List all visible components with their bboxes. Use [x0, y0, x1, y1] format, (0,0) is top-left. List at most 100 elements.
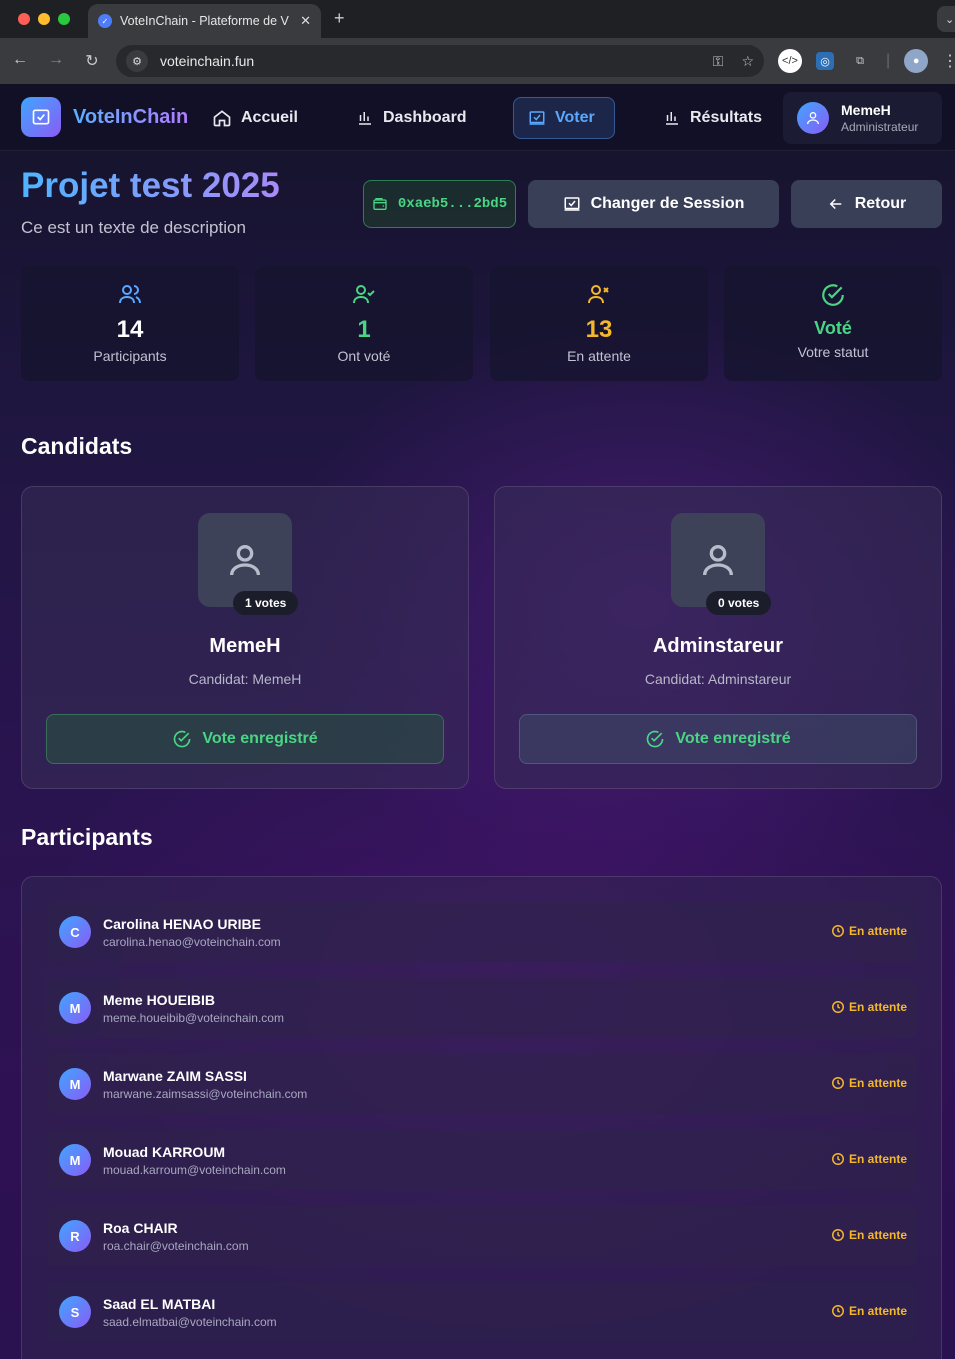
nav-link-label: Dashboard: [383, 109, 467, 126]
nav-link-label: Accueil: [241, 109, 298, 126]
candidate-subtitle: Candidat: Adminstareur: [644, 671, 792, 687]
candidate-name: Adminstareur: [652, 635, 784, 657]
status-label: En attente: [848, 1000, 907, 1014]
candidate-card: 0 votes Adminstareur Candidat: Adminstar…: [494, 486, 942, 789]
url-text: voteinchain.fun: [160, 53, 255, 69]
stat-card-participants: 14 Participants: [21, 266, 239, 381]
profile-avatar[interactable]: ●: [904, 49, 929, 73]
participant-name: Roa CHAIR: [103, 1220, 178, 1236]
minimize-window-button[interactable]: [38, 13, 50, 25]
user-check-icon: [353, 285, 375, 304]
clock-icon: [832, 925, 844, 937]
clock-icon: [832, 1305, 844, 1317]
back-label: Retour: [854, 195, 907, 212]
reload-icon[interactable]: ↻: [74, 51, 110, 71]
user-menu[interactable]: MemeH Administrateur: [783, 92, 942, 144]
participant-email: saad.elmatbai@voteinchain.com: [103, 1315, 277, 1329]
candidate-name: MemeH: [209, 635, 281, 657]
user-icon: [703, 545, 733, 576]
back-arrow-icon[interactable]: ←: [2, 51, 38, 71]
participant-name: Carolina HENAO URIBE: [103, 916, 261, 932]
maximize-window-button[interactable]: [58, 13, 70, 25]
bar-chart-icon: [666, 112, 678, 125]
participant-email: marwane.zaimsassi@voteinchain.com: [103, 1087, 308, 1101]
close-tab-icon[interactable]: ✕: [300, 13, 311, 29]
participant-row: C Carolina HENAO URIBE carolina.henao@vo…: [47, 902, 917, 962]
page-title: Projet test 2025: [21, 166, 280, 205]
extension-blue-icon[interactable]: ◎: [816, 52, 834, 70]
stat-value: Voté: [814, 318, 852, 338]
toolbar-divider: |: [886, 52, 891, 69]
nav-link-dashboard[interactable]: Dashboard: [342, 97, 481, 139]
logo-icon[interactable]: [21, 97, 61, 137]
candidate-card: 1 votes MemeH Candidat: MemeH Vote enreg…: [21, 486, 469, 789]
status-label: En attente: [848, 924, 907, 938]
change-session-button[interactable]: Changer de Session: [528, 180, 779, 228]
status-badge: En attente: [831, 1228, 907, 1242]
avatar: M: [59, 992, 91, 1024]
browser-menu-icon[interactable]: ⋮: [942, 51, 955, 71]
address-bar[interactable]: ⚙ voteinchain.fun ⚿ ☆: [116, 45, 764, 77]
nav-link-accueil[interactable]: Accueil: [198, 97, 312, 139]
status-badge: En attente: [831, 1076, 907, 1090]
nav-link-resultats[interactable]: Résultats: [649, 97, 776, 139]
wallet-icon: [373, 198, 387, 210]
stat-card-voted: 1 Ont voté: [255, 266, 473, 381]
close-window-button[interactable]: [18, 13, 30, 25]
nav-link-label: Résultats: [690, 109, 763, 126]
avatar: M: [59, 1068, 91, 1100]
participant-row: M Marwane ZAIM SASSI marwane.zaimsassi@v…: [47, 1054, 917, 1114]
tab-search-button[interactable]: ⌄: [937, 6, 955, 32]
stat-value: 1: [357, 316, 371, 343]
user-role: Administrateur: [841, 120, 919, 134]
stat-card-pending: 13 En attente: [490, 266, 708, 381]
stat-label: Votre statut: [797, 344, 869, 360]
user-icon: [807, 112, 819, 125]
new-tab-button[interactable]: +: [334, 8, 345, 29]
participant-email: roa.chair@voteinchain.com: [103, 1239, 249, 1253]
participant-name: Saad EL MATBAI: [103, 1296, 216, 1312]
stat-label: Ont voté: [337, 348, 391, 364]
browser-tab[interactable]: ✓ VoteInChain - Plateforme de V ✕: [88, 4, 321, 38]
back-button[interactable]: Retour: [791, 180, 942, 228]
user-name: MemeH: [841, 102, 891, 118]
participants-list: C Carolina HENAO URIBE carolina.henao@vo…: [21, 876, 942, 1359]
bookmark-star-icon[interactable]: ☆: [741, 53, 754, 70]
nav-link-label: Voter: [555, 109, 595, 126]
participant-row: S Saad EL MATBAI saad.elmatbai@voteincha…: [47, 1282, 917, 1342]
vote-recorded-button[interactable]: Vote enregistré: [519, 714, 917, 764]
avatar: C: [59, 916, 91, 948]
vote-recorded-button[interactable]: Vote enregistré: [46, 714, 444, 764]
tab-title: VoteInChain - Plateforme de V: [120, 14, 289, 28]
participant-email: meme.houeibib@voteinchain.com: [103, 1011, 284, 1025]
arrow-left-icon: [829, 198, 841, 210]
candidates-heading: Candidats: [21, 433, 133, 459]
extension-code-icon[interactable]: </>: [778, 49, 802, 73]
key-icon[interactable]: ⚿: [713, 53, 724, 70]
app-root: VoteInChain Accueil Dashboard Voter Résu…: [0, 84, 955, 1359]
participant-name: Mouad KARROUM: [103, 1144, 226, 1160]
users-icon: [119, 285, 141, 304]
status-badge: En attente: [831, 924, 907, 938]
participant-row: M Meme HOUEIBIB meme.houeibib@voteinchai…: [47, 978, 917, 1038]
votes-badge: 0 votes: [706, 591, 772, 615]
page-description: Ce est un texte de description: [21, 218, 246, 237]
wallet-address-button[interactable]: 0xaeb5...2bd5: [363, 180, 516, 228]
brand-name[interactable]: VoteInChain: [73, 106, 188, 129]
browser-toolbar: ← → ↻ ⚙ voteinchain.fun ⚿ ☆ </> ◎ ⧉ | ● …: [0, 38, 955, 84]
nav-link-voter[interactable]: Voter: [513, 97, 615, 139]
clock-icon: [832, 1077, 844, 1089]
participant-email: carolina.henao@voteinchain.com: [103, 935, 281, 949]
extensions-puzzle-icon[interactable]: ⧉: [848, 49, 872, 73]
top-navbar: VoteInChain Accueil Dashboard Voter Résu…: [0, 84, 955, 151]
clock-icon: [832, 1229, 844, 1241]
status-label: En attente: [848, 1076, 907, 1090]
window-controls: [18, 13, 70, 25]
participant-email: mouad.karroum@voteinchain.com: [103, 1163, 286, 1177]
stat-card-status: Voté Votre statut: [724, 266, 942, 381]
forward-arrow-icon[interactable]: →: [38, 51, 74, 71]
status-label: En attente: [848, 1152, 907, 1166]
clock-icon: [832, 1001, 844, 1013]
vote-box-icon: [529, 111, 545, 125]
site-info-icon[interactable]: ⚙: [126, 50, 148, 72]
